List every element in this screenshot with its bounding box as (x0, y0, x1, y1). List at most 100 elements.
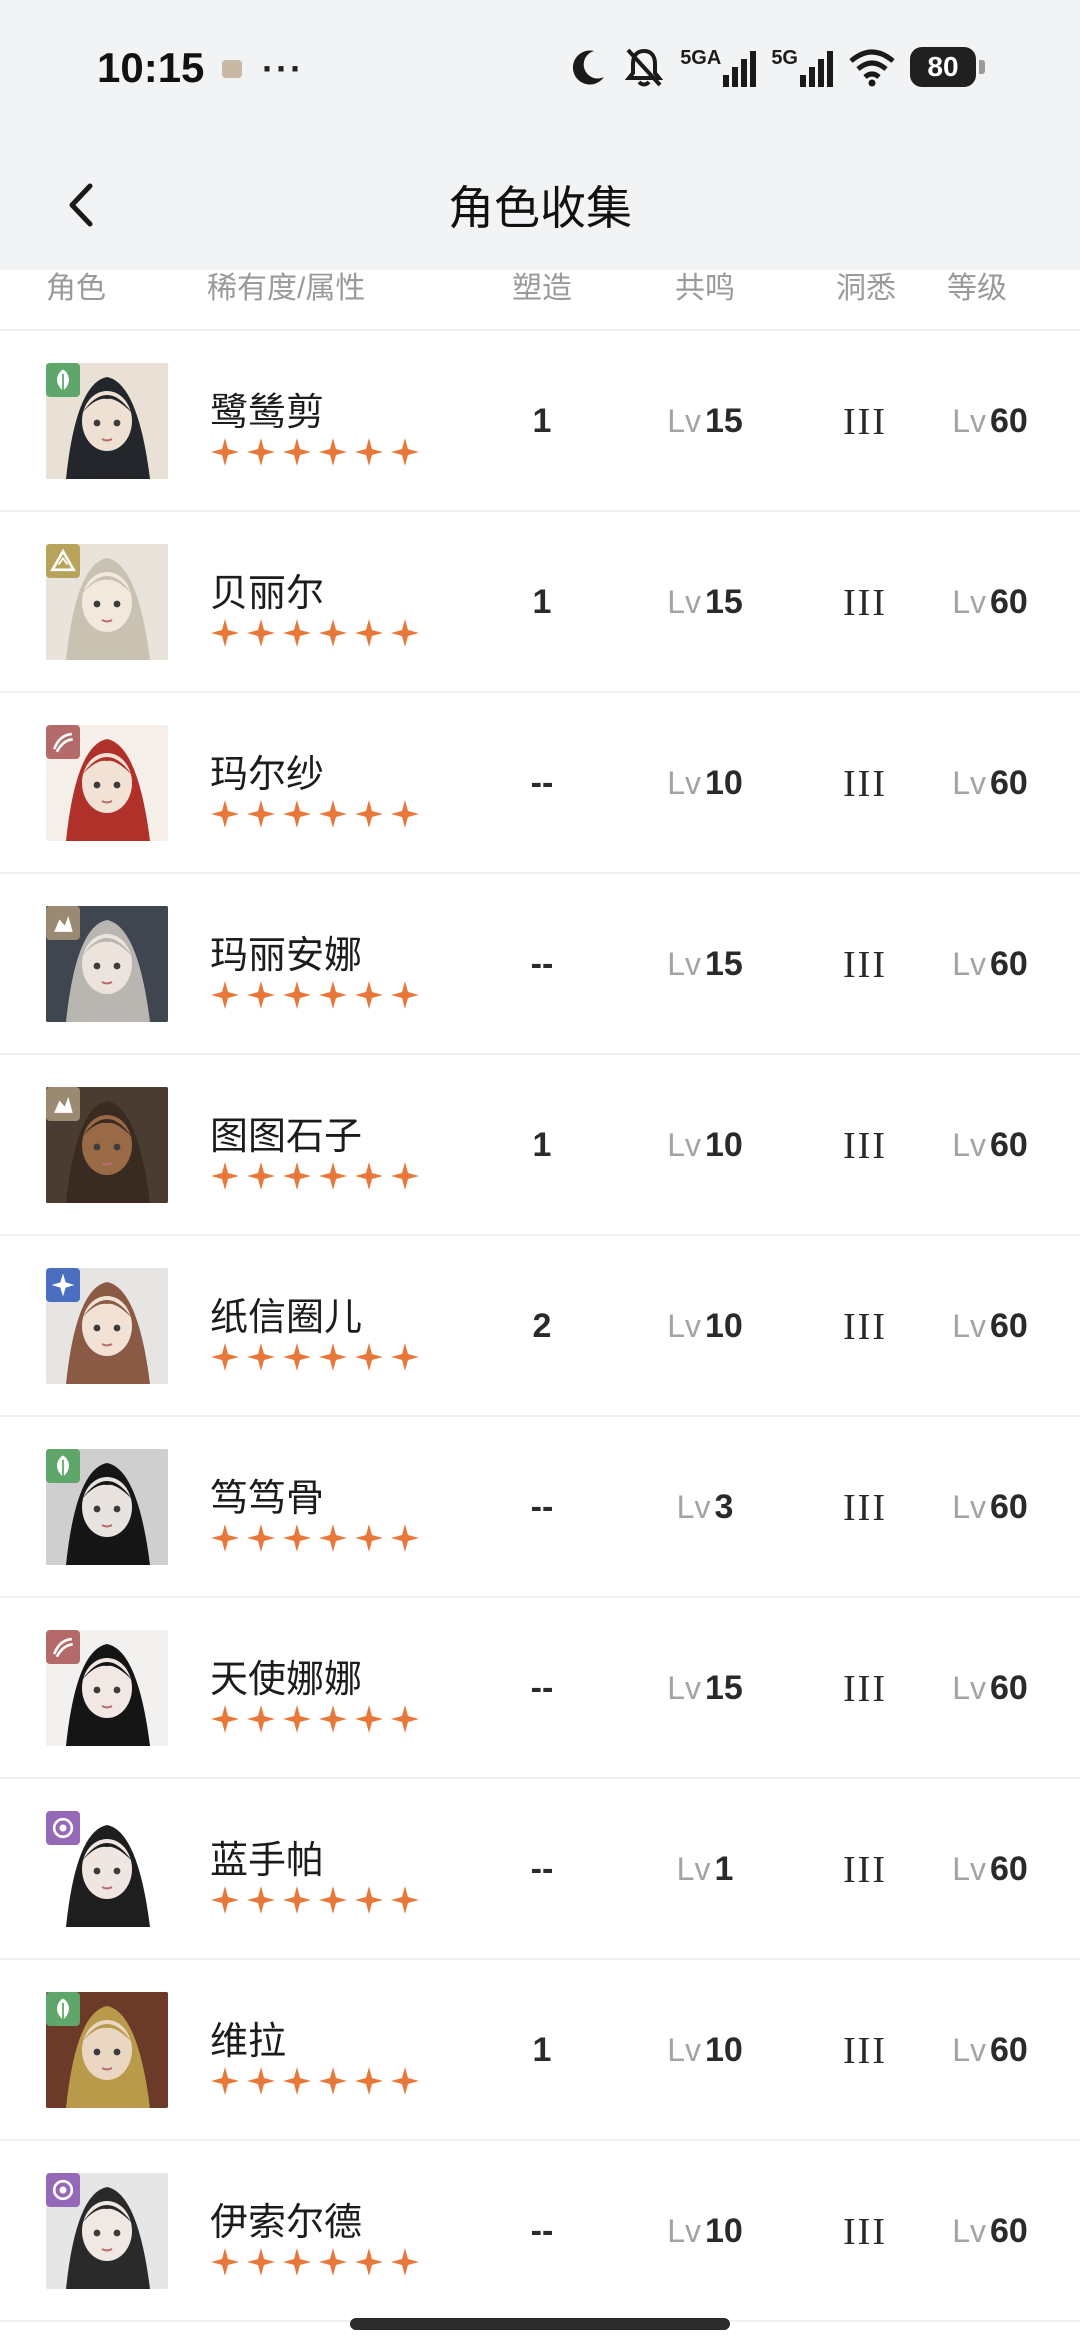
character-portrait[interactable] (46, 2173, 168, 2289)
level-prefix: Lv (952, 1308, 986, 1344)
mold-text: 1 (532, 1126, 552, 1164)
level-number: 60 (989, 764, 1028, 802)
character-row[interactable]: 蓝手帕 -- Lv 1 III Lv 60 (0, 1779, 1080, 1960)
insight-text: III (843, 762, 887, 805)
rarity-star-icon (319, 1886, 347, 1914)
rarity-star-icon (247, 438, 275, 466)
rarity-star-icon (247, 981, 275, 1009)
character-row[interactable]: 天使娜娜 -- Lv 15 III Lv 60 (0, 1598, 1080, 1779)
insight-value: III (820, 1779, 910, 1960)
rarity-star-icon (247, 1705, 275, 1733)
rarity-star-icon (283, 800, 311, 828)
insight-text: III (843, 1305, 887, 1348)
character-portrait[interactable] (46, 363, 168, 479)
rarity-star-icon (355, 2067, 383, 2095)
character-portrait[interactable] (46, 725, 168, 841)
rarity-star-icon (247, 2067, 275, 2095)
rarity-star-icon (391, 1162, 419, 1190)
rarity-star-icon (319, 438, 347, 466)
character-row[interactable]: 鹭鸶剪 1 Lv 15 III Lv 60 (0, 331, 1080, 512)
character-row[interactable]: 维拉 1 Lv 10 III Lv 60 (0, 1960, 1080, 2141)
mold-value: 1 (502, 331, 582, 512)
signal-5ga-icon: 5GA (680, 47, 757, 87)
rarity-stars (210, 1523, 420, 1553)
rarity-star-icon (319, 1524, 347, 1552)
character-row[interactable]: 图图石子 1 Lv 10 III Lv 60 (0, 1055, 1080, 1236)
insight-value: III (820, 874, 910, 1055)
rarity-stars (210, 799, 420, 829)
character-portrait[interactable] (46, 1449, 168, 1565)
resonance-level: 15 (704, 945, 743, 983)
insight-value: III (820, 2141, 910, 2322)
character-row[interactable]: 纸信圈儿 2 Lv 10 III Lv 60 (0, 1236, 1080, 1417)
resonance-prefix: Lv (667, 1670, 701, 1706)
character-row[interactable]: 笃笃骨 -- Lv 3 III Lv 60 (0, 1417, 1080, 1598)
signal-5g-icon: 5G (771, 47, 834, 87)
status-bar: 10:15 ··· 5GA 5G 80 (0, 0, 1080, 140)
rarity-star-icon (391, 2067, 419, 2095)
character-row[interactable]: 伊索尔德 -- Lv 10 III Lv 60 (0, 2141, 1080, 2322)
rarity-star-icon (391, 438, 419, 466)
rarity-star-icon (211, 981, 239, 1009)
mold-text: -- (530, 1850, 554, 1888)
nav-bar: 角色收集 (0, 140, 1080, 270)
level-number: 60 (989, 1307, 1028, 1345)
level-value: Lv 60 (930, 331, 1050, 512)
character-portrait[interactable] (46, 1811, 168, 1927)
character-portrait[interactable] (46, 1992, 168, 2108)
rarity-star-icon (283, 1705, 311, 1733)
resonance-prefix: Lv (667, 765, 701, 801)
character-portrait[interactable] (46, 544, 168, 660)
rarity-star-icon (211, 2248, 239, 2276)
level-prefix: Lv (952, 2032, 986, 2068)
rarity-star-icon (391, 1886, 419, 1914)
character-portrait[interactable] (46, 906, 168, 1022)
attribute-beast-icon (46, 725, 80, 759)
insight-text: III (843, 581, 887, 624)
attribute-spirit-icon (46, 2173, 80, 2207)
insight-value: III (820, 1055, 910, 1236)
mold-value: -- (502, 1779, 582, 1960)
resonance-prefix: Lv (667, 1308, 701, 1344)
resonance-level: 10 (704, 2212, 743, 2250)
rarity-star-icon (247, 2248, 275, 2276)
character-row[interactable]: 贝丽尔 1 Lv 15 III Lv 60 (0, 512, 1080, 693)
rarity-star-icon (319, 619, 347, 647)
rarity-star-icon (355, 800, 383, 828)
home-indicator[interactable] (350, 2318, 730, 2330)
level-prefix: Lv (952, 1851, 986, 1887)
character-portrait[interactable] (46, 1630, 168, 1746)
level-number: 60 (989, 583, 1028, 621)
resonance-value: Lv 10 (640, 1055, 770, 1236)
rarity-star-icon (247, 1524, 275, 1552)
character-row[interactable]: 玛尔纱 -- Lv 10 III Lv 60 (0, 693, 1080, 874)
resonance-level: 3 (714, 1488, 734, 1526)
character-row[interactable]: 玛丽安娜 -- Lv 15 III Lv 60 (0, 874, 1080, 1055)
rarity-star-icon (283, 1162, 311, 1190)
character-name: 维拉 (210, 2021, 287, 2063)
rarity-star-icon (283, 981, 311, 1009)
resonance-value: Lv 10 (640, 1960, 770, 2141)
resonance-value: Lv 15 (640, 1598, 770, 1779)
rarity-star-icon (247, 800, 275, 828)
character-portrait[interactable] (46, 1268, 168, 1384)
level-number: 60 (989, 1669, 1028, 1707)
attribute-plant-icon (46, 1449, 80, 1483)
mold-value: -- (502, 874, 582, 1055)
rarity-star-icon (211, 800, 239, 828)
attribute-star_attr-icon (46, 1268, 80, 1302)
level-number: 60 (989, 1488, 1028, 1526)
mold-value: 1 (502, 512, 582, 693)
rarity-star-icon (211, 1705, 239, 1733)
mold-text: 1 (532, 402, 552, 440)
level-prefix: Lv (952, 1127, 986, 1163)
character-portrait[interactable] (46, 1087, 168, 1203)
resonance-level: 15 (704, 1669, 743, 1707)
mold-value: -- (502, 1417, 582, 1598)
resonance-prefix: Lv (667, 1127, 701, 1163)
level-prefix: Lv (952, 765, 986, 801)
insight-value: III (820, 512, 910, 693)
level-value: Lv 60 (930, 512, 1050, 693)
rarity-star-icon (247, 1162, 275, 1190)
resonance-prefix: Lv (667, 584, 701, 620)
